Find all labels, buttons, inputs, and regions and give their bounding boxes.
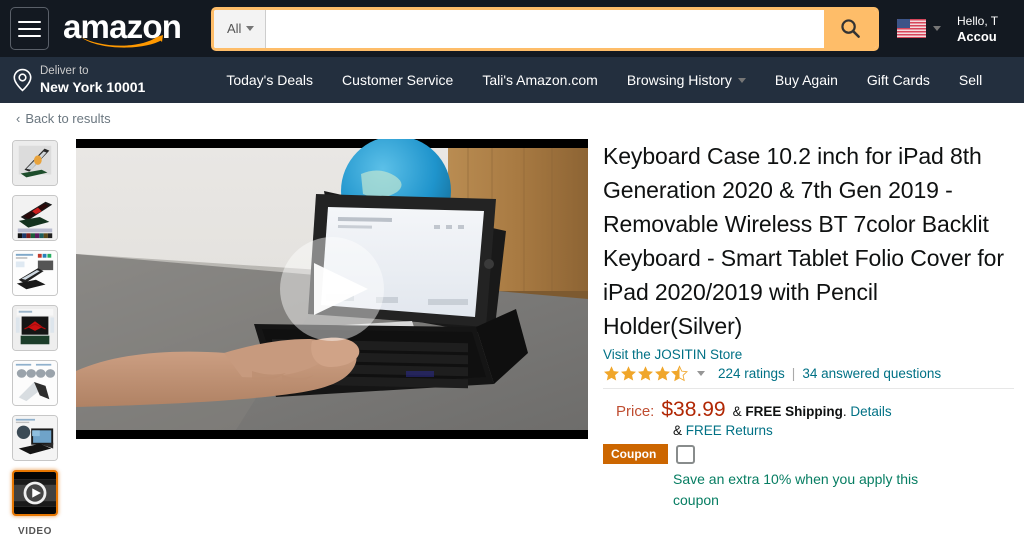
rating-row: 224 ratings | 34 answered questions [603,365,1014,389]
chevron-down-icon [933,26,941,31]
thumbnail-red-backlight[interactable] [12,305,58,351]
shipping-period: . [842,404,847,419]
nav-link-talis-amazon[interactable]: Tali's Amazon.com [479,68,601,92]
price-value: $38.99 [661,398,726,421]
nav-link-label: Buy Again [774,72,838,88]
coupon-badge: Coupon [603,444,669,464]
product-video-still [76,139,588,439]
nav-link-label: Browsing History [626,72,732,88]
nav-link-buy-again[interactable]: Buy Again [772,68,841,92]
nav-link-todays-deals[interactable]: Today's Deals [223,68,316,92]
answered-questions-link[interactable]: 34 answered questions [802,366,941,381]
free-shipping-label: FREE Shipping [745,404,843,419]
price-row: Price: $38.99 & FREE Shipping. Details [603,398,1014,422]
search-category-label: All [227,21,242,36]
thumbnail-features-grid[interactable] [12,250,58,296]
thumbnail-tablet-stand-green[interactable] [12,140,58,186]
nav-link-label: Customer Service [342,72,454,88]
free-returns-link[interactable]: FREE Returns [686,423,773,438]
amazon-logo[interactable]: amazon [63,8,182,50]
deliver-to-selector[interactable]: Deliver to New York 10001 [12,65,146,95]
search-bar[interactable]: All [211,6,879,51]
site-header: amazon All Hello, T Accou [0,0,1024,57]
star-half-icon [671,365,688,382]
video-thumbnail-label: VIDEO [17,526,53,537]
thumbnail-video[interactable] [12,470,58,516]
account-greeting: Hello, T [957,13,999,28]
product-info-column: Keyboard Case 10.2 inch for iPad 8th Gen… [585,139,1024,545]
star-full-icon [638,366,653,381]
deliver-to-label: Deliver to [40,65,89,78]
hamburger-menu-icon[interactable] [10,7,49,50]
search-icon [840,19,860,38]
deliver-to-location: New York 10001 [40,78,146,95]
star-full-icon [604,366,619,381]
price-label: Price: [616,403,655,420]
returns-row: & FREE Returns [603,423,1014,438]
secondary-nav: Deliver to New York 10001 Today's Deals … [0,57,1024,103]
image-thumbnail-strip: VIDEO [0,139,70,545]
us-flag-icon [897,19,926,38]
coupon-checkbox[interactable] [676,444,696,464]
ratings-count-link[interactable]: 224 ratings [718,366,785,381]
star-rating[interactable] [603,365,688,382]
thumbnail-folio-angles[interactable] [12,360,58,406]
search-input[interactable] [266,9,824,48]
nav-links: Today's Deals Customer Service Tali's Am… [223,68,985,92]
shipping-amp: & [732,404,742,419]
nav-link-customer-service[interactable]: Customer Service [339,68,456,92]
chevron-left-icon: ‹ [16,110,21,126]
amazon-smile-icon [79,32,165,48]
search-category-dropdown[interactable]: All [214,9,267,48]
thumbnail-globe-desk[interactable] [12,415,58,461]
coupon-row: Coupon [603,444,1014,464]
nav-link-label: Sell [958,72,983,88]
video-player-thumbnail[interactable] [76,139,588,439]
location-pin-icon [13,68,32,92]
store-link[interactable]: Visit the JOSITIN Store [603,347,1014,362]
star-full-icon [621,366,636,381]
account-menu[interactable]: Hello, T Accou [957,14,998,44]
coupon-description: Save an extra 10% when you apply this co… [673,471,919,508]
chevron-down-icon [246,26,255,31]
nav-link-label: Tali's Amazon.com [482,72,598,88]
search-submit-button[interactable] [824,9,876,48]
star-full-icon [655,366,670,381]
back-to-results-label: Back to results [25,110,111,126]
chevron-down-icon [737,77,746,83]
nav-link-label: Today's Deals [226,72,314,88]
back-to-results-link[interactable]: ‹ Back to results [0,103,1024,133]
returns-amp: & [673,423,683,438]
shipping-details-link[interactable]: Details [850,404,891,419]
nav-link-gift-cards[interactable]: Gift Cards [864,68,933,92]
rating-chevron-down-icon[interactable] [697,371,705,376]
account-label: Accou [957,28,997,44]
thumbnail-backlit-colors[interactable] [12,195,58,241]
nav-link-label: Gift Cards [866,72,930,88]
rating-separator: | [791,366,796,381]
locale-selector[interactable] [897,19,941,38]
product-main: VIDEO Keyboard Case 10.2 inch for iPad 8… [0,133,1024,545]
main-image-container [70,139,588,545]
product-title: Keyboard Case 10.2 inch for iPad 8th Gen… [603,143,1004,339]
nav-link-sell[interactable]: Sell [956,68,985,92]
shipping-info: & FREE Shipping. Details [733,404,892,419]
nav-link-browsing-history[interactable]: Browsing History [624,68,749,92]
